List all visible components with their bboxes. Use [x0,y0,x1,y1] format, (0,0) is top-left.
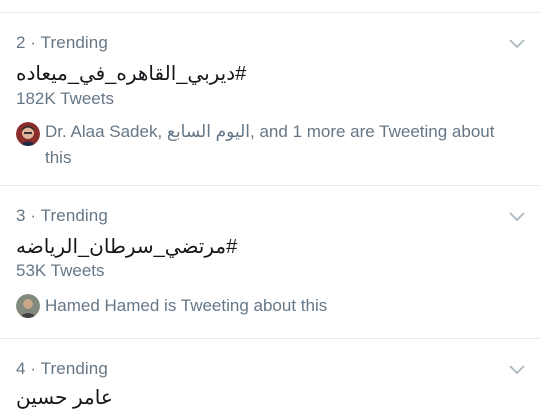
trend-item[interactable]: 4 · Trending عامر حسين [0,339,540,409]
trend-rank-label: 4 · Trending [16,359,108,378]
context-line: Dr. Alaa Sadek, اليوم السابع, and 1 more… [45,122,495,141]
trend-name[interactable]: #ديربي_القاهره_في_ميعاده [16,61,246,86]
trend-rank-label: 2 · Trending [16,33,108,52]
trend-item[interactable]: 2 · Trending #ديربي_القاهره_في_ميعاده 18… [0,13,540,185]
chevron-down-icon[interactable] [506,37,528,51]
context-line: this [45,148,72,167]
tweet-count: 53K Tweets [16,261,105,280]
chevron-down-icon[interactable] [506,210,528,224]
trend-name[interactable]: عامر حسين [16,385,113,410]
trend-rank-label: 3 · Trending [16,206,108,225]
trend-name[interactable]: #مرتضي_سرطان_الرياضه [16,234,237,259]
avatar-hamed-hamed [16,294,40,318]
avatar-dr-alaa-sadek [16,122,40,146]
tweet-count: 182K Tweets [16,89,114,108]
trend-item[interactable]: 3 · Trending #مرتضي_سرطان_الرياضه 53K Tw… [0,186,540,338]
chevron-down-icon[interactable] [506,363,528,377]
context-line: Hamed Hamed is Tweeting about this [45,296,328,315]
